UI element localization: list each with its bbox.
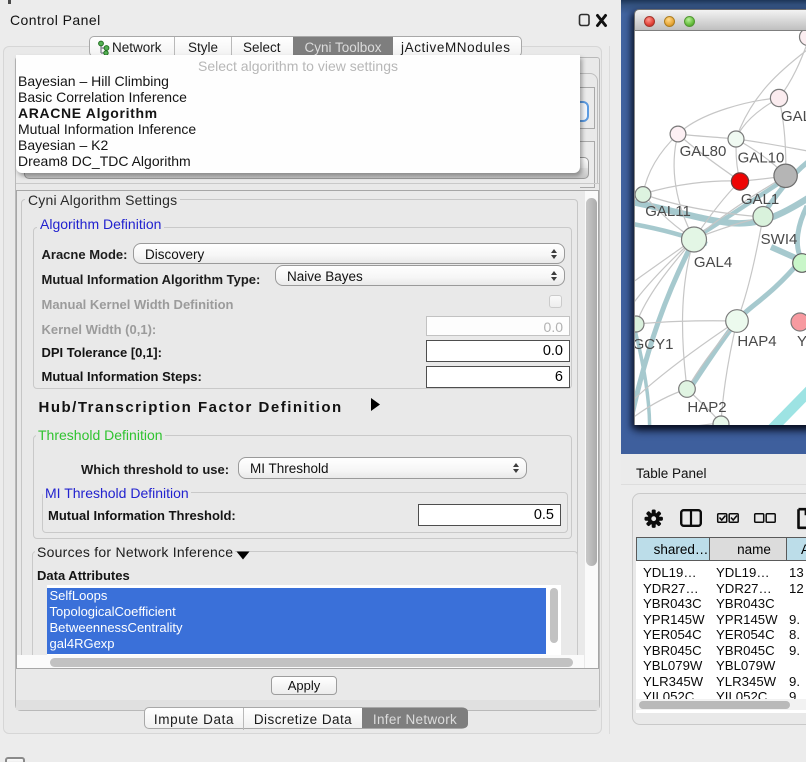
svg-text:GAL80: GAL80 (680, 143, 727, 160)
svg-text:HAP2: HAP2 (687, 399, 726, 416)
svg-text:HAP4: HAP4 (737, 333, 776, 350)
svg-text:GAL10: GAL10 (738, 150, 785, 167)
svg-text:GAL7: GAL7 (781, 108, 806, 125)
svg-text:GAL4: GAL4 (694, 254, 732, 271)
svg-text:GAL1: GAL1 (741, 191, 779, 208)
svg-text:YBL0: YBL0 (797, 333, 806, 350)
svg-text:GAL11: GAL11 (645, 203, 691, 220)
svg-text:GCY1: GCY1 (635, 336, 673, 353)
svg-text:SWI4: SWI4 (761, 231, 798, 248)
